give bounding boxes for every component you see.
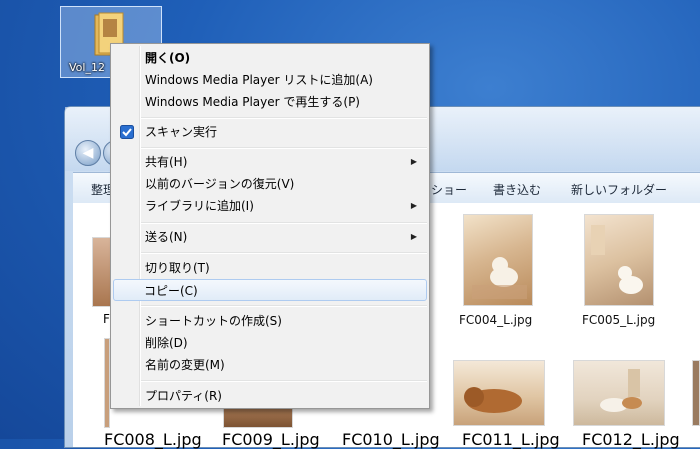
menu-item-label: 名前の変更(M) xyxy=(145,358,225,372)
menu-item-add-to-library[interactable]: ライブラリに追加(I) ▶ xyxy=(113,195,427,217)
menu-item-create-shortcut[interactable]: ショートカットの作成(S) xyxy=(113,310,427,332)
menu-item-label: スキャン実行 xyxy=(145,125,218,139)
menu-item-label: 切り取り(T) xyxy=(145,261,210,275)
menu-item-play-with-wmp[interactable]: Windows Media Player で再生する(P) xyxy=(113,91,427,113)
menu-item-label: Windows Media Player リストに追加(A) xyxy=(145,73,373,87)
thumbnail-caption: FC011_L.jpg xyxy=(462,430,560,449)
thumbnail-image xyxy=(453,360,545,426)
thumbnail-caption: FC008_L.jpg xyxy=(104,430,202,449)
submenu-arrow-icon: ▶ xyxy=(410,157,417,166)
thumbnail-caption: FC009_L.jpg xyxy=(222,430,320,449)
menu-separator xyxy=(141,252,427,254)
thumbnail-caption: FC005_L.jpg xyxy=(582,313,656,327)
menu-item-open[interactable]: 開く(O) xyxy=(113,47,427,69)
thumbnail-caption-partial: F xyxy=(103,312,110,326)
thumbnail-image xyxy=(573,360,665,426)
menu-item-label: コピー(C) xyxy=(144,284,198,298)
menu-item-label: Windows Media Player で再生する(P) xyxy=(145,95,360,109)
antivirus-shield-icon xyxy=(120,125,134,139)
menu-item-label: ショートカットの作成(S) xyxy=(145,314,282,328)
menu-item-add-to-wmp-list[interactable]: Windows Media Player リストに追加(A) xyxy=(113,69,427,91)
menu-separator xyxy=(141,117,427,119)
menu-item-label: 削除(D) xyxy=(145,336,188,350)
submenu-arrow-icon: ▶ xyxy=(410,232,417,241)
desktop-icon-label: Vol_12 xyxy=(69,61,105,74)
thumbnail-caption: FC010_L.jpg xyxy=(342,430,440,449)
thumbnail-image xyxy=(92,237,112,307)
menu-item-label: 送る(N) xyxy=(145,230,188,244)
toolbar-new-folder[interactable]: 新しいフォルダー xyxy=(571,181,667,198)
menu-item-label: 開く(O) xyxy=(145,51,191,65)
menu-item-properties[interactable]: プロパティ(R) xyxy=(113,385,427,407)
menu-separator xyxy=(141,222,427,224)
thumbnail-caption: FC012_L.jpg xyxy=(582,430,680,449)
menu-item-label: 以前のバージョンの復元(V) xyxy=(145,177,295,191)
back-button[interactable]: ◀ xyxy=(75,140,101,166)
menu-item-cut[interactable]: 切り取り(T) xyxy=(113,257,427,279)
menu-separator xyxy=(141,147,427,149)
menu-item-scan[interactable]: スキャン実行 xyxy=(113,121,427,143)
menu-item-label: プロパティ(R) xyxy=(145,389,222,403)
thumbnail-image xyxy=(584,214,654,306)
menu-item-label: ライブラリに追加(I) xyxy=(145,199,254,213)
menu-separator xyxy=(141,305,427,307)
menu-separator xyxy=(141,380,427,382)
submenu-arrow-icon: ▶ xyxy=(410,201,417,210)
menu-item-rename[interactable]: 名前の変更(M) xyxy=(113,354,427,376)
menu-item-share[interactable]: 共有(H) ▶ xyxy=(113,151,427,173)
menu-item-label: 共有(H) xyxy=(145,155,188,169)
menu-item-restore-previous-versions[interactable]: 以前のバージョンの復元(V) xyxy=(113,173,427,195)
context-menu: 開く(O) Windows Media Player リストに追加(A) Win… xyxy=(110,43,430,409)
thumbnail-image xyxy=(692,360,700,426)
thumbnail-image xyxy=(463,214,533,306)
toolbar-slideshow[interactable]: ショー xyxy=(431,181,467,198)
menu-item-send-to[interactable]: 送る(N) ▶ xyxy=(113,226,427,248)
menu-item-delete[interactable]: 削除(D) xyxy=(113,332,427,354)
thumbnail-caption: FC004_L.jpg xyxy=(459,313,533,327)
toolbar-burn[interactable]: 書き込む xyxy=(493,181,541,198)
menu-item-copy[interactable]: コピー(C) xyxy=(113,279,427,301)
